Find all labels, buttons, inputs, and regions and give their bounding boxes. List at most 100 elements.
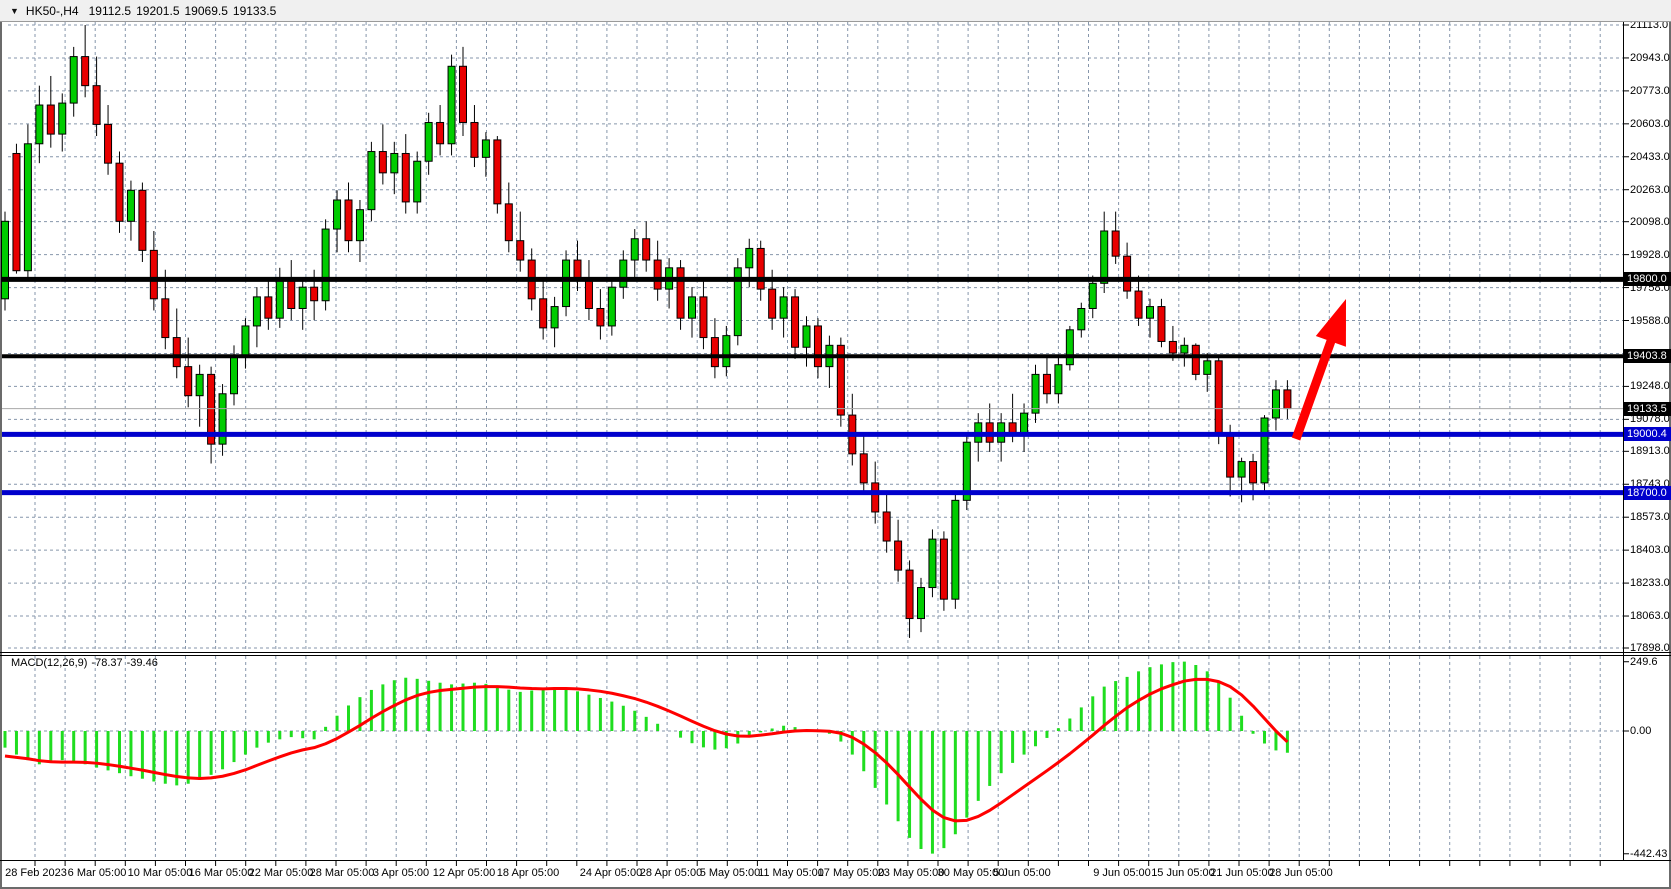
bull-candle-body [746,248,753,267]
bull-candle-body [689,297,696,318]
bear-candle-body [13,153,20,270]
chart-header: ▼ HK50-,H4 19112.5 19201.5 19069.5 19133… [0,0,1671,22]
bear-candle-body [173,338,180,367]
mt4-chart-window: ▼ HK50-,H4 19112.5 19201.5 19069.5 19133… [0,0,1671,889]
trend-arrow-shaft [1296,336,1333,439]
trend-arrow-head [1316,299,1346,347]
bull-candle-body [36,105,43,144]
bear-candle-body [872,483,879,512]
bull-candle-body [1181,345,1188,353]
macd-name: MACD(12,26,9) [11,657,87,669]
bear-candle-body [93,86,100,125]
bear-candle-body [906,570,913,618]
ohlc-high-value: 19201.5 [136,4,179,18]
bull-candle-body [1032,374,1039,413]
symbol-timeframe-label: HK50-,H4 [26,4,79,18]
ohlc-close-value: 19133.5 [233,4,276,18]
bear-candle-body [860,454,867,483]
chart-dropdown-icon[interactable]: ▼ [10,6,19,16]
bull-candle-body [482,140,489,157]
bear-candle-body [1158,307,1165,342]
bull-candle-body [1078,309,1085,330]
bull-candle-body [356,210,363,241]
bear-candle-body [82,57,89,86]
bear-candle-body [700,297,707,338]
bear-candle-body [1135,291,1142,318]
bear-candle-body [162,299,169,338]
ohlc-open-value: 19112.5 [89,4,132,18]
bear-candle-body [379,152,386,173]
bull-candle-body [780,297,787,318]
bull-candle-body [1089,283,1096,308]
bear-candle-body [460,66,467,122]
bear-candle-body [139,190,146,250]
bull-candle-body [253,297,260,326]
bull-candle-body [276,277,283,318]
bull-candle-body [620,260,627,287]
bear-candle-body [1215,361,1222,435]
bull-candle-body [551,307,558,328]
bear-candle-body [883,512,890,541]
bull-candle-body [2,221,9,299]
macd-indicator-label: MACD(12,26,9)-78.37-39.46 [11,657,162,669]
bear-candle-body [940,539,947,599]
bull-candle-body [70,57,77,104]
bull-candle-body [59,103,66,134]
bull-candle-body [196,374,203,395]
bull-candle-body [631,239,638,260]
bull-candle-body [1055,365,1062,394]
bear-candle-body [311,287,318,301]
bear-candle-body [1227,434,1234,477]
bear-candle-body [471,122,478,157]
bull-candle-body [1066,330,1073,365]
bear-candle-body [540,299,547,328]
bear-candle-body [1009,423,1016,433]
bull-candle-body [1021,413,1028,432]
bear-candle-body [1043,374,1050,393]
bear-candle-body [1112,231,1119,256]
bear-candle-body [574,260,581,279]
bear-candle-body [1284,390,1291,409]
bear-candle-body [402,153,409,201]
bear-candle-body [597,309,604,326]
bear-candle-body [437,122,444,143]
bull-candle-body [24,144,31,271]
bear-candle-body [265,297,272,318]
bull-candle-body [1101,231,1108,283]
bull-candle-body [918,588,925,619]
bull-candle-body [952,500,959,599]
bull-candle-body [448,66,455,144]
bear-candle-body [677,268,684,318]
bear-candle-body [345,200,352,241]
bull-candle-body [414,161,421,202]
bull-candle-body [1261,418,1268,483]
bear-candle-body [769,289,776,318]
bear-candle-body [757,248,764,289]
bear-candle-body [585,279,592,308]
bear-candle-body [150,250,157,298]
bear-candle-body [711,338,718,367]
bull-candle-body [1147,307,1154,319]
bull-candle-body [299,287,306,308]
bear-candle-body [505,204,512,241]
bull-candle-body [803,326,810,347]
bear-candle-body [47,105,54,134]
chart-canvas[interactable] [0,0,1671,889]
bear-candle-body [1250,462,1257,483]
bear-candle-body [643,239,650,260]
bull-candle-body [242,326,249,355]
bull-candle-body [929,539,936,587]
macd-signal-line [5,679,1287,821]
bear-candle-body [185,367,192,396]
bear-candle-body [517,241,524,260]
bull-candle-body [1238,462,1245,478]
bear-candle-body [116,163,123,221]
bear-candle-body [1124,256,1131,291]
bull-candle-body [127,190,134,221]
bull-candle-body [1272,390,1279,418]
bear-candle-body [288,277,295,308]
bear-candle-body [654,260,661,289]
bull-candle-body [563,260,570,307]
bull-candle-body [368,152,375,210]
bull-candle-body [334,200,341,229]
